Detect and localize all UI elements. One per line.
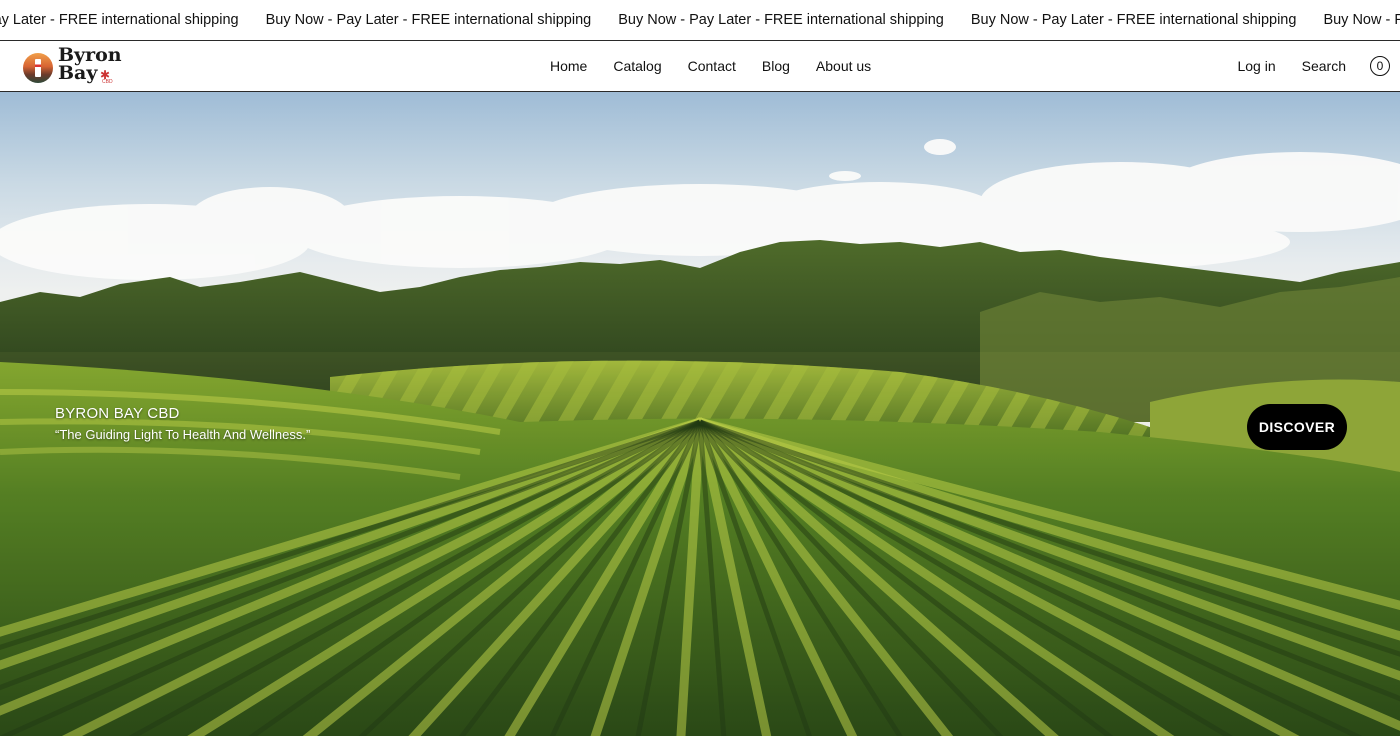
header-actions: Log in Search 0	[1211, 41, 1390, 91]
announcement-text: Buy Now - Pay Later - FREE international…	[265, 12, 592, 28]
hero-title: BYRON BAY CBD	[55, 405, 180, 422]
nav-home[interactable]: Home	[537, 58, 600, 74]
site-header: Byron Bay ✱ CBD Home Catalog Contact Blo…	[0, 41, 1400, 92]
announcement-bar: Buy Now - Pay Later - FREE international…	[0, 0, 1400, 41]
logo-tag: CBD	[102, 79, 113, 85]
main-nav: Home Catalog Contact Blog About us	[537, 41, 884, 91]
hero-subtitle: “The Guiding Light To Health And Wellnes…	[55, 427, 311, 442]
nav-blog[interactable]: Blog	[749, 58, 803, 74]
cart-count: 0	[1376, 59, 1384, 73]
hero-section: BYRON BAY CBD “The Guiding Light To Heal…	[0, 92, 1400, 736]
hero-background-image	[0, 139, 1400, 736]
logo-wordmark: Byron Bay	[58, 46, 122, 83]
lighthouse-icon	[23, 53, 53, 83]
nav-contact[interactable]: Contact	[675, 58, 749, 74]
search-link[interactable]: Search	[1302, 58, 1346, 74]
announcement-track: Buy Now - Pay Later - FREE international…	[0, 0, 1400, 40]
announcement-text: Buy Now - Pay Later - FREE international…	[970, 12, 1297, 28]
discover-button[interactable]: DISCOVER	[1247, 404, 1347, 450]
announcement-text: Buy Now - Pay Later - FREE international…	[618, 12, 944, 28]
nav-about-us[interactable]: About us	[803, 58, 884, 74]
nav-catalog[interactable]: Catalog	[600, 58, 674, 74]
announcement-text: Buy Now - Pay Later - FREE international…	[0, 12, 239, 28]
announcement-text: Buy Now - Pay Later - FREE international…	[1323, 12, 1400, 28]
cart-button[interactable]: 0	[1370, 56, 1390, 76]
logo-link[interactable]: Byron Bay ✱ CBD	[22, 45, 132, 87]
login-link[interactable]: Log in	[1237, 58, 1275, 74]
